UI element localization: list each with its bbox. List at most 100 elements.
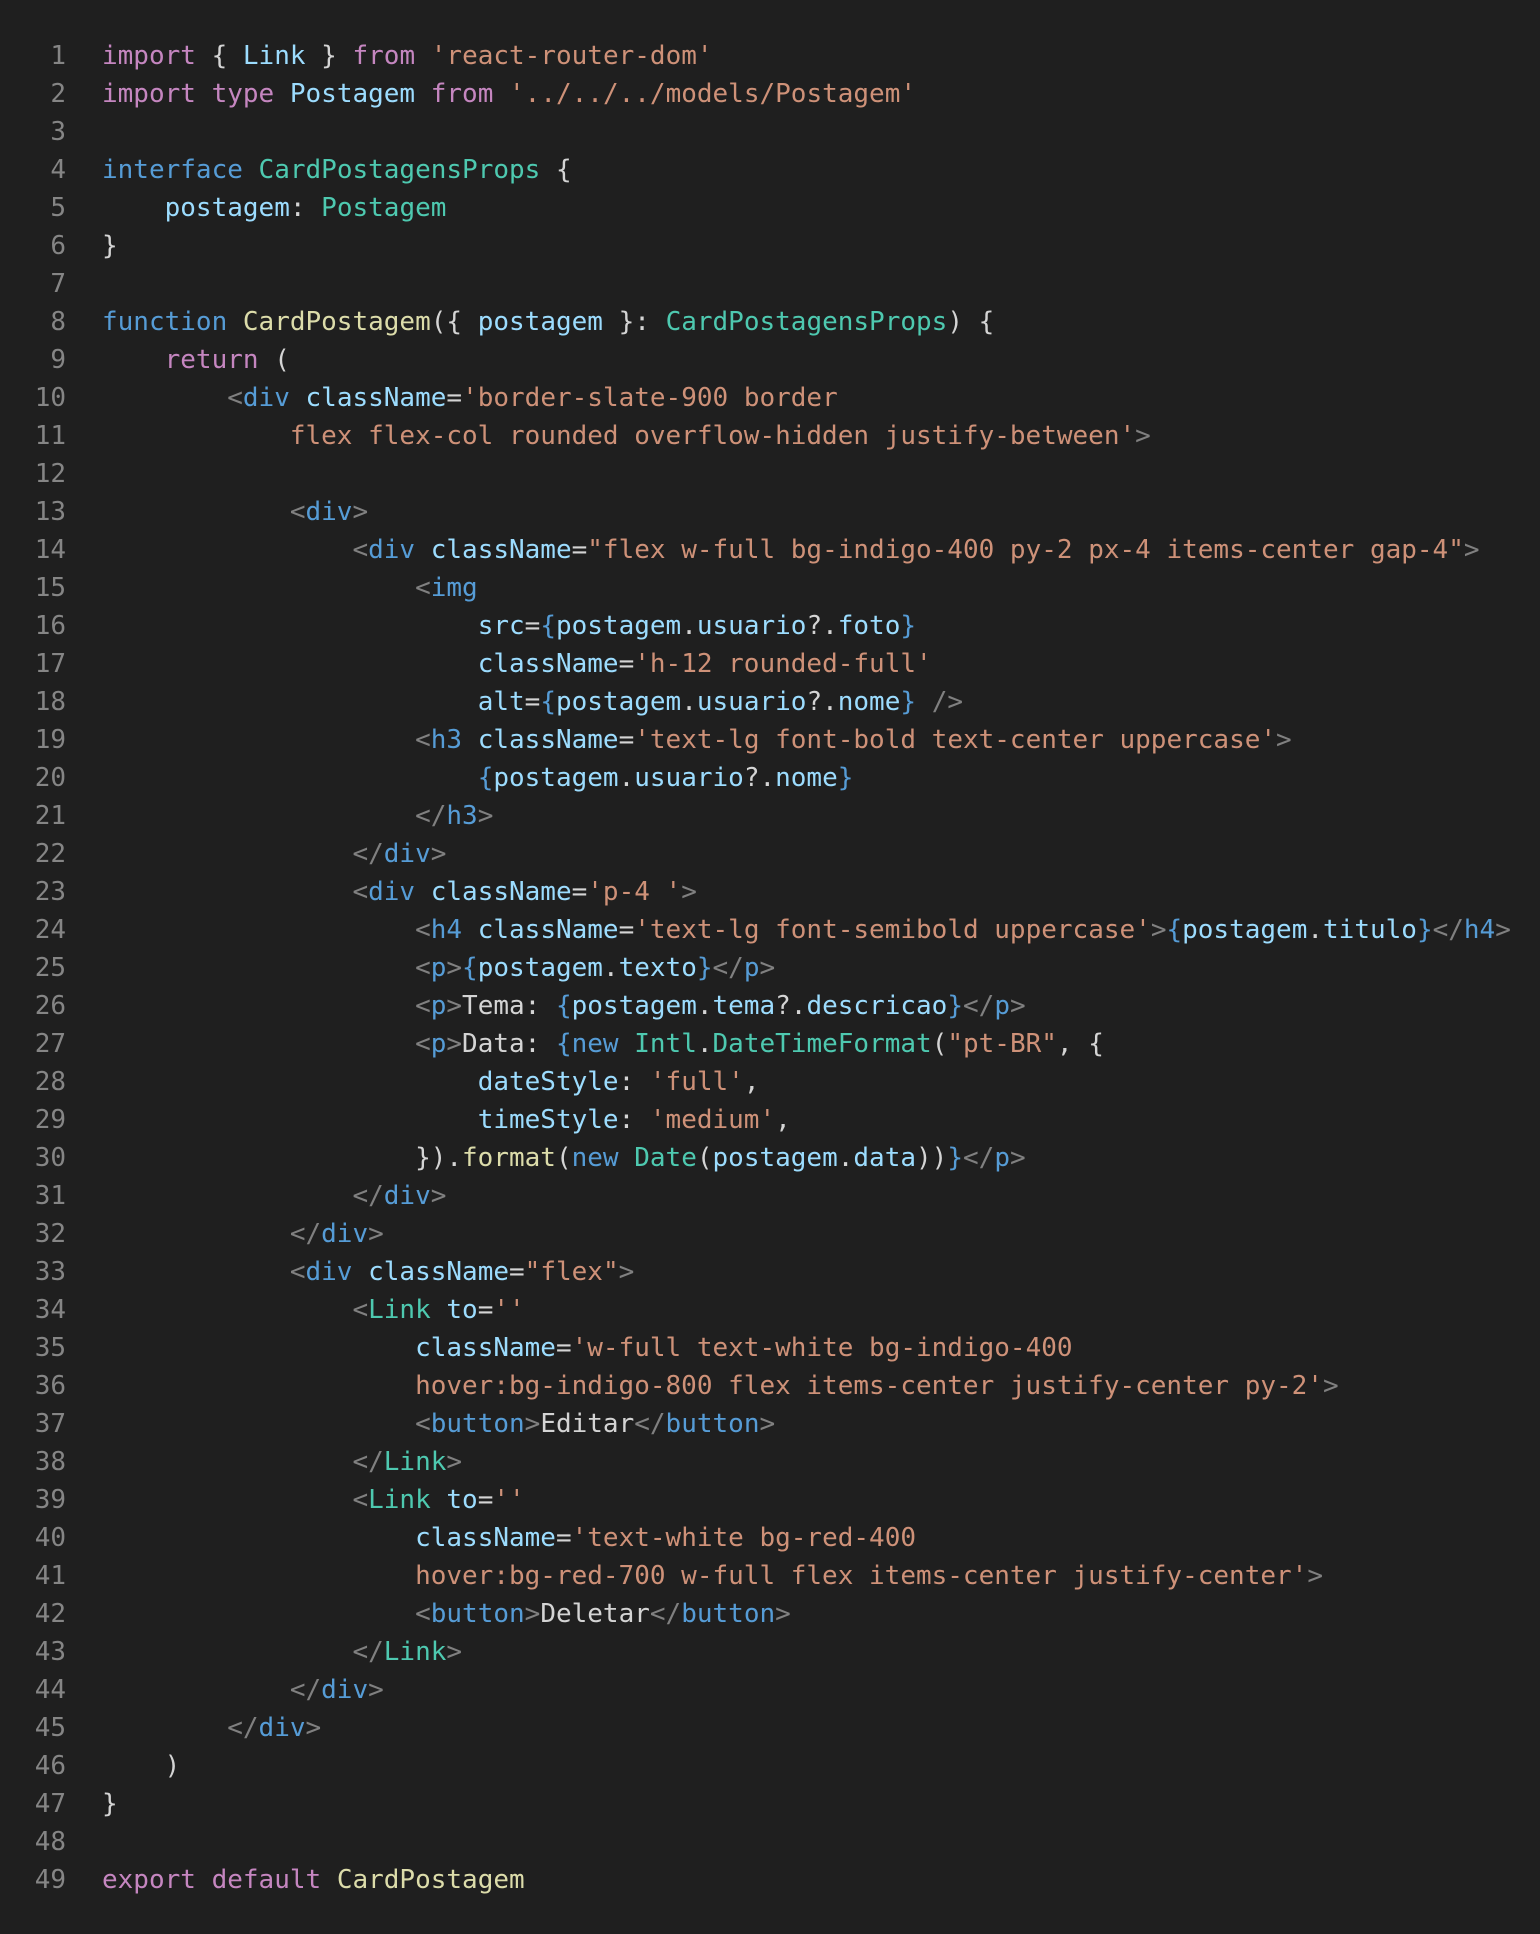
- code-line[interactable]: 15 <img: [0, 569, 1540, 607]
- code-line[interactable]: 9 return (: [0, 341, 1540, 379]
- code-line[interactable]: 16 src={postagem.usuario?.foto}: [0, 607, 1540, 645]
- code-line[interactable]: 11 flex flex-col rounded overflow-hidden…: [0, 417, 1540, 455]
- code-line[interactable]: 47}: [0, 1785, 1540, 1823]
- code-line[interactable]: 36 hover:bg-indigo-800 flex items-center…: [0, 1367, 1540, 1405]
- code-line[interactable]: 2 import type Postagem from '../../../mod…: [0, 75, 1540, 113]
- code-line[interactable]: 44 </div>: [0, 1671, 1540, 1709]
- line-number: 18: [34, 687, 66, 717]
- code-line[interactable]: 22 </div>: [0, 835, 1540, 873]
- code-line[interactable]: 18 alt={postagem.usuario?.nome} />: [0, 683, 1540, 721]
- code-line[interactable]: 41 hover:bg-red-700 w-full flex items-ce…: [0, 1557, 1540, 1595]
- code-line[interactable]: 8 function CardPostagem({ postagem }: Car…: [0, 303, 1540, 341]
- code-line[interactable]: 39 <Link to='': [0, 1481, 1540, 1519]
- code-token: =: [477, 1485, 494, 1515]
- code-text: <p>Data: {new Intl.DateTimeFormat("pt-BR…: [102, 1025, 1104, 1063]
- code-token: (: [931, 1029, 948, 1059]
- code-line[interactable]: 35 className='w-full text-white bg-indig…: [0, 1329, 1540, 1367]
- code-line[interactable]: 12: [0, 455, 1540, 493]
- code-token: Date: [634, 1143, 697, 1173]
- code-token: >: [446, 953, 463, 983]
- line-number: 21: [34, 801, 66, 831]
- line-number: 8: [50, 307, 66, 337]
- line-number: 29: [34, 1105, 66, 1135]
- code-token: >: [1463, 535, 1480, 565]
- code-line[interactable]: 46 ): [0, 1747, 1540, 1785]
- line-number: 22: [34, 839, 66, 869]
- code-line[interactable]: 19 <h3 className='text-lg font-bold text…: [0, 721, 1540, 759]
- code-text: </h3>: [102, 797, 493, 835]
- code-token: h4: [430, 915, 463, 945]
- code-line[interactable]: 21 </h3>: [0, 797, 1540, 835]
- code-line[interactable]: 34 <Link to='': [0, 1291, 1540, 1329]
- code-line[interactable]: 1 import { Link } from 'react-router-dom': [0, 37, 1540, 75]
- code-line[interactable]: 37 <button>Editar</button>: [0, 1405, 1540, 1443]
- line-number: 6: [50, 231, 66, 261]
- code-text: </Link>: [102, 1443, 462, 1481]
- code-token: className: [305, 383, 447, 413]
- code-line[interactable]: 29 timeStyle: 'medium',: [0, 1101, 1540, 1139]
- code-token: </: [1432, 915, 1464, 945]
- code-line[interactable]: 13 <div>: [0, 493, 1540, 531]
- code-token: =: [555, 1333, 572, 1363]
- code-line[interactable]: 40 className='text-white bg-red-400: [0, 1519, 1540, 1557]
- line-number: 20: [34, 763, 66, 793]
- line-number: 26: [34, 991, 66, 1021]
- code-token: postagem: [477, 307, 603, 337]
- code-token: texto: [618, 953, 697, 983]
- code-token: </: [963, 1143, 995, 1173]
- code-token: data: [853, 1143, 917, 1173]
- code-token: Postagem: [289, 79, 416, 109]
- code-line[interactable]: 27 <p>Data: {new Intl.DateTimeFormat("pt…: [0, 1025, 1540, 1063]
- code-line[interactable]: 5 postagem: Postagem: [0, 189, 1540, 227]
- line-number: 9: [50, 345, 66, 375]
- code-token: )): [916, 1143, 948, 1173]
- code-token: <: [289, 1257, 306, 1287]
- code-text: ): [102, 1747, 181, 1785]
- code-text: <div className='border-slate-900 border: [102, 379, 838, 417]
- code-token: p: [430, 991, 447, 1021]
- code-text: <Link to='': [102, 1291, 524, 1329]
- code-text: <Link to='': [102, 1481, 524, 1519]
- code-line[interactable]: 48: [0, 1823, 1540, 1861]
- code-token: src: [477, 611, 525, 641]
- code-line[interactable]: 31 </div>: [0, 1177, 1540, 1215]
- code-line[interactable]: 4 interface CardPostagensProps {: [0, 151, 1540, 189]
- code-token: =: [509, 1257, 525, 1287]
- code-line[interactable]: 10 <div className='border-slate-900 bord…: [0, 379, 1540, 417]
- code-line[interactable]: 32 </div>: [0, 1215, 1540, 1253]
- code-token: .: [837, 1143, 854, 1173]
- code-line[interactable]: 28 dateStyle: 'full',: [0, 1063, 1540, 1101]
- code-token: 'full': [649, 1067, 744, 1097]
- code-token: '../../../models/Postagem': [509, 79, 917, 109]
- code-line[interactable]: 7: [0, 265, 1540, 303]
- code-line[interactable]: 23 <div className='p-4 '>: [0, 873, 1540, 911]
- code-line[interactable]: 49 export default CardPostagem: [0, 1861, 1540, 1899]
- code-line[interactable]: 6}: [0, 227, 1540, 265]
- code-line[interactable]: 25 <p>{postagem.texto}</p>: [0, 949, 1540, 987]
- code-line[interactable]: 38 </Link>: [0, 1443, 1540, 1481]
- code-editor[interactable]: 1 import { Link } from 'react-router-dom'…: [0, 0, 1540, 1934]
- code-line[interactable]: 45 </div>: [0, 1709, 1540, 1747]
- code-line[interactable]: 14 <div className="flex w-full bg-indigo…: [0, 531, 1540, 569]
- code-token: h3: [446, 801, 478, 831]
- code-line[interactable]: 30 }).format(new Date(postagem.data))}</…: [0, 1139, 1540, 1177]
- code-token: div: [383, 839, 431, 869]
- line-number: 28: [34, 1067, 66, 1097]
- code-line[interactable]: 17 className='h-12 rounded-full': [0, 645, 1540, 683]
- code-line[interactable]: 20 {postagem.usuario?.nome}: [0, 759, 1540, 797]
- code-line[interactable]: 26 <p>Tema: {postagem.tema?.descricao}</…: [0, 987, 1540, 1025]
- code-line[interactable]: 43 </Link>: [0, 1633, 1540, 1671]
- code-token: import: [102, 41, 196, 71]
- code-line[interactable]: 42 <button>Deletar</button>: [0, 1595, 1540, 1633]
- code-line[interactable]: 24 <h4 className='text-lg font-semibold …: [0, 911, 1540, 949]
- code-line[interactable]: 3: [0, 113, 1540, 151]
- code-line[interactable]: 33 <div className="flex">: [0, 1253, 1540, 1291]
